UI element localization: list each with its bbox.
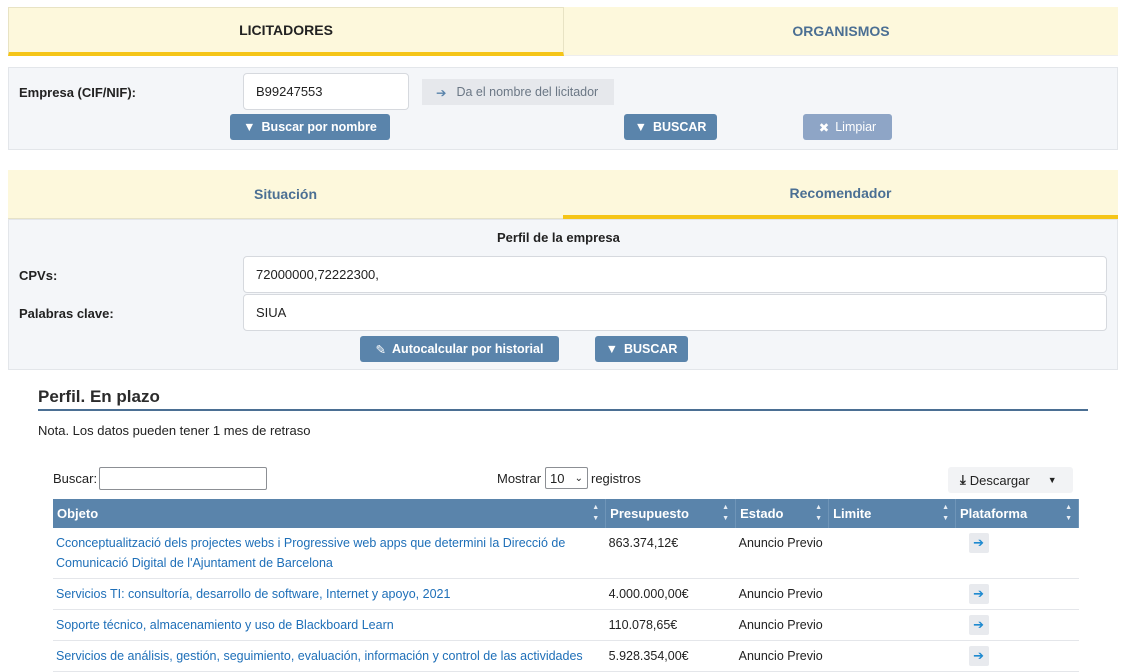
header-label: Objeto	[57, 506, 99, 521]
objeto-link[interactable]: Cconceptualització dels projectes webs i…	[56, 536, 565, 570]
filter-icon: ▼	[243, 120, 256, 134]
buscar-por-nombre-label: Buscar por nombre	[261, 120, 377, 134]
download-button[interactable]: ⤓ Descargar ▼	[948, 467, 1073, 493]
chevron-down-icon: ⌄	[574, 472, 583, 484]
section-note: Nota. Los datos pueden tener 1 mes de re…	[38, 423, 311, 438]
download-icon: ⤓	[960, 472, 966, 487]
page-size-select[interactable]: 10 ⌄	[545, 467, 588, 489]
limite-cell	[828, 609, 956, 641]
section-divider	[38, 409, 1088, 411]
caret-down-icon: ▼	[1047, 475, 1057, 485]
magic-wand-icon: ✎	[375, 342, 387, 357]
table-row: Cconceptualització dels projectes webs i…	[53, 528, 1079, 579]
buscar-button[interactable]: ▼ BUSCAR	[624, 114, 717, 140]
empresa-label: Empresa (CIF/NIF):	[19, 85, 137, 100]
column-header-presupuesto[interactable]: Presupuesto ▲ ▼	[605, 499, 737, 528]
perfil-title: Perfil de la empresa	[497, 230, 620, 245]
page-size-value: 10	[550, 470, 565, 486]
arrow-right-icon: ➔	[436, 85, 447, 100]
header-label: Estado	[740, 506, 784, 521]
name-hint: ➔ Da el nombre del licitador	[422, 79, 614, 105]
arrow-right-icon[interactable]: ➔	[968, 584, 989, 604]
autocalcular-button[interactable]: ✎ Autocalcular por historial	[360, 336, 559, 362]
keywords-input[interactable]: SIUA	[243, 294, 1107, 331]
section-title: Perfil. En plazo	[38, 387, 160, 406]
empresa-input[interactable]: B99247553	[243, 73, 409, 110]
table-search-input[interactable]	[99, 467, 267, 490]
sort-icon: ▲ ▼	[942, 504, 950, 522]
limpiar-button[interactable]: ✖ Limpiar	[803, 114, 892, 140]
presupuesto-cell: 4.000.000,00€	[605, 578, 736, 610]
column-header-objeto[interactable]: Objeto ▲ ▼	[53, 499, 607, 528]
header-label: Presupuesto	[610, 506, 689, 521]
objeto-link[interactable]: Servicios TI: consultoría, desarrollo de…	[56, 587, 450, 601]
download-label: Descargar	[969, 472, 1030, 488]
limite-cell	[828, 640, 956, 672]
close-icon: ✖	[818, 120, 830, 135]
arrow-right-icon[interactable]: ➔	[968, 533, 989, 553]
cpvs-label: CPVs:	[19, 268, 58, 283]
filter-icon: ▼	[605, 342, 618, 356]
cpvs-input[interactable]: 72000000,72222300,	[243, 256, 1107, 293]
presupuesto-cell: 863.374,12€	[605, 528, 736, 579]
sort-icon: ▲ ▼	[1065, 504, 1072, 522]
column-header-plataforma[interactable]: Plataforma ▲ ▼	[955, 499, 1079, 528]
keywords-label: Palabras clave:	[19, 306, 114, 321]
tab-organismos[interactable]: ORGANISMOS	[564, 7, 1118, 56]
perfil-buscar-button[interactable]: ▼ BUSCAR	[595, 336, 688, 362]
column-header-estado[interactable]: Estado ▲ ▼	[735, 499, 830, 528]
arrow-right-icon[interactable]: ➔	[968, 615, 989, 635]
objeto-link[interactable]: Servicios de análisis, gestión, seguimie…	[56, 649, 583, 663]
estado-cell: Anuncio Previo	[735, 578, 829, 610]
tab-situacion[interactable]: Situación	[8, 170, 563, 219]
table-header-row: Objeto ▲ ▼ Presupuesto ▲ ▼ Estado ▲ ▼ Limite ▲ ▼…	[53, 499, 1079, 528]
limpiar-label: Limpiar	[835, 120, 877, 134]
hint-text: Da el nombre del licitador	[456, 85, 599, 99]
presupuesto-cell: 5.928.354,00€	[605, 640, 736, 672]
tab-recomendador[interactable]: Recomendador	[563, 170, 1118, 219]
show-label: Mostrar	[497, 471, 542, 486]
presupuesto-cell: 110.078,65€	[605, 609, 736, 641]
table-row: Servicios de análisis, gestión, seguimie…	[53, 640, 1079, 672]
table-row: Servicios TI: consultoría, desarrollo de…	[53, 578, 1079, 610]
column-header-limite[interactable]: Limite ▲ ▼	[828, 499, 957, 528]
header-label: Limite	[833, 506, 872, 521]
sort-icon: ▲ ▼	[815, 504, 823, 522]
estado-cell: Anuncio Previo	[735, 640, 829, 672]
estado-cell: Anuncio Previo	[735, 609, 829, 641]
buscar-label: BUSCAR	[652, 120, 707, 134]
results-table: Objeto ▲ ▼ Presupuesto ▲ ▼ Estado ▲ ▼ Limite ▲ ▼…	[53, 499, 1079, 672]
sort-icon: ▲ ▼	[592, 504, 600, 522]
records-label: registros	[591, 471, 641, 486]
autocalcular-label: Autocalcular por historial	[392, 342, 544, 356]
table-row: Soporte técnico, almacenamiento y uso de…	[53, 609, 1079, 641]
objeto-link[interactable]: Soporte técnico, almacenamiento y uso de…	[56, 618, 394, 632]
sub-tabs: Situación Recomendador	[8, 170, 1118, 219]
search-label: Buscar:	[53, 471, 98, 486]
sort-icon: ▲ ▼	[722, 504, 730, 522]
tab-licitadores[interactable]: LICITADORES	[8, 7, 564, 56]
limite-cell	[828, 528, 956, 579]
top-tabs: LICITADORES ORGANISMOS	[8, 7, 1118, 56]
estado-cell: Anuncio Previo	[735, 528, 829, 579]
limite-cell	[828, 578, 956, 610]
filter-icon: ▼	[634, 120, 647, 134]
perfil-buscar-label: BUSCAR	[623, 342, 678, 356]
buscar-por-nombre-button[interactable]: ▼ Buscar por nombre	[230, 114, 390, 140]
header-label: Plataforma	[960, 506, 1028, 521]
arrow-right-icon[interactable]: ➔	[968, 646, 989, 666]
